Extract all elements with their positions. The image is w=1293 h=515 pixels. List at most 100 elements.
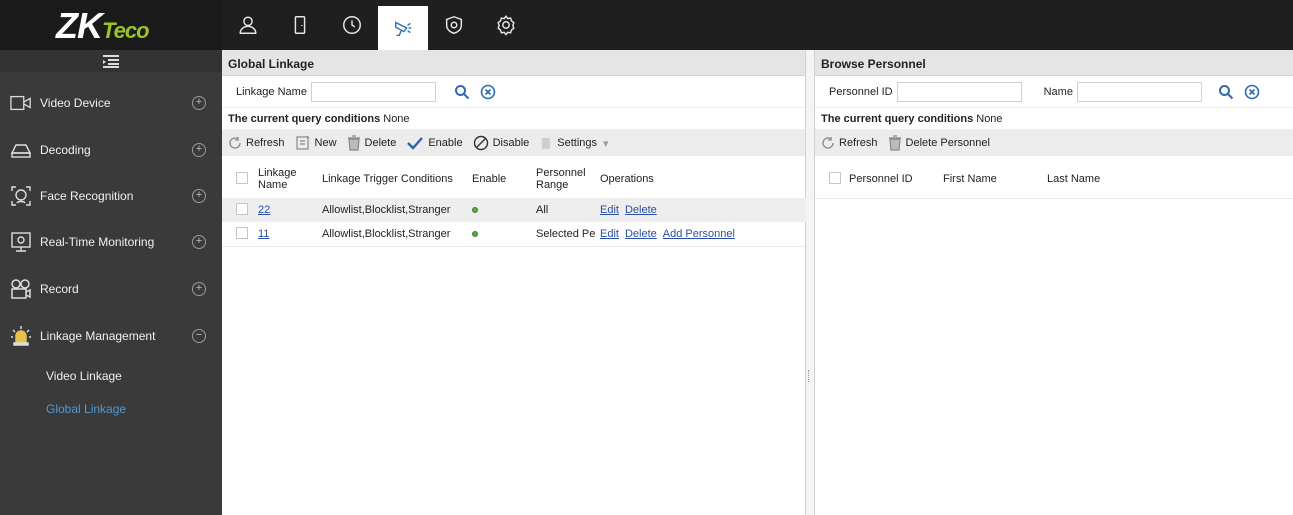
col-enable[interactable]: Enable	[472, 160, 536, 198]
logo: ZKTeco	[0, 0, 222, 50]
panel-splitter[interactable]	[806, 50, 814, 515]
query-conditions-label: The current query conditions	[821, 113, 974, 125]
delete-button[interactable]: Delete	[347, 135, 396, 151]
alarm-icon	[10, 325, 32, 347]
sidebar-item-linkage-management[interactable]: Linkage Management −	[0, 313, 222, 359]
face-recognition-icon	[10, 185, 32, 207]
collapse-toggle[interactable]: −	[192, 329, 206, 343]
refresh-icon	[821, 136, 835, 150]
sidebar-item-record[interactable]: Record +	[0, 266, 222, 312]
sidebar-item-label: Face Recognition	[40, 189, 134, 203]
edit-link[interactable]: Edit	[600, 228, 619, 240]
search-icon	[1218, 84, 1234, 99]
col-first-name[interactable]: First Name	[943, 160, 1047, 198]
range-cell: Selected Pe	[536, 228, 596, 240]
col-last-name[interactable]: Last Name	[1047, 160, 1293, 198]
panel-title: Global Linkage	[222, 50, 805, 76]
expand-toggle[interactable]: +	[192, 96, 206, 110]
sidebar-item-label: Linkage Management	[40, 329, 156, 343]
settings-dropdown[interactable]: Settings ▾	[539, 136, 609, 150]
col-linkage-name[interactable]: Linkage Name	[258, 160, 322, 198]
select-all-checkbox[interactable]	[829, 171, 841, 184]
new-button[interactable]: New	[295, 135, 337, 151]
enabled-status-icon	[472, 231, 478, 237]
linkage-name-label: Linkage Name	[236, 85, 307, 98]
camera-icon	[394, 21, 412, 37]
clear-icon	[480, 84, 496, 99]
expand-toggle[interactable]: +	[192, 282, 206, 296]
logo-main: ZK	[56, 5, 103, 46]
sidebar-subitem-video-linkage[interactable]: Video Linkage	[46, 369, 122, 383]
top-bar: ZKTeco	[0, 0, 1293, 50]
top-nav	[222, 0, 532, 50]
expand-toggle[interactable]: +	[192, 143, 206, 157]
table-header: Personnel ID First Name Last Name	[815, 160, 1293, 198]
sidebar-item-label: Decoding	[40, 143, 91, 157]
delete-link[interactable]: Delete	[625, 228, 657, 240]
sidebar: Video Device + Decoding + Face Recogniti…	[0, 50, 222, 515]
query-conditions-value: None	[383, 113, 410, 125]
col-operations: Operations	[600, 173, 654, 185]
sidebar-item-label: Real-Time Monitoring	[40, 235, 155, 249]
col-trigger-conditions[interactable]: Linkage Trigger Conditions	[322, 160, 472, 198]
disable-button[interactable]: Disable	[473, 135, 529, 151]
refresh-button[interactable]: Refresh	[821, 136, 878, 150]
sidebar-item-decoding[interactable]: Decoding +	[0, 127, 222, 173]
linkage-name-link[interactable]: 22	[258, 204, 270, 216]
search-button[interactable]	[1218, 84, 1234, 100]
nav-personnel-button[interactable]	[222, 0, 274, 50]
sidebar-item-face-recognition[interactable]: Face Recognition +	[0, 173, 222, 219]
select-all-checkbox[interactable]	[236, 171, 248, 184]
refresh-button[interactable]: Refresh	[228, 136, 285, 150]
delete-personnel-button[interactable]: Delete Personnel	[888, 135, 990, 151]
door-icon	[294, 16, 306, 34]
add-personnel-link[interactable]: Add Personnel	[663, 228, 735, 240]
nav-access-button[interactable]	[274, 0, 326, 50]
trigger-cell: Allowlist,Blocklist,Stranger	[322, 228, 451, 240]
edit-link[interactable]: Edit	[600, 204, 619, 216]
collapse-menu-icon	[103, 55, 119, 68]
nav-security-button[interactable]	[428, 0, 480, 50]
global-linkage-panel: Global Linkage Linkage Name The current …	[222, 50, 806, 515]
personnel-id-label: Personnel ID	[829, 85, 893, 98]
search-button[interactable]	[454, 84, 470, 100]
logo-sub: Teco	[102, 18, 150, 43]
expand-toggle[interactable]: +	[192, 235, 206, 249]
sidebar-collapse-button[interactable]	[0, 50, 222, 72]
row-checkbox[interactable]	[236, 226, 248, 239]
sidebar-item-label: Video Device	[40, 96, 111, 110]
delete-link[interactable]: Delete	[625, 204, 657, 216]
linkage-name-input[interactable]	[310, 81, 436, 102]
personnel-table: Personnel ID First Name Last Name	[815, 160, 1293, 199]
nav-attendance-button[interactable]	[326, 0, 378, 50]
table-header: Linkage Name Linkage Trigger Conditions …	[222, 160, 806, 198]
nav-video-button[interactable]	[378, 6, 428, 50]
chevron-down-icon: ▾	[603, 137, 609, 150]
trigger-cell: Allowlist,Blocklist,Stranger	[322, 204, 451, 216]
personnel-id-input[interactable]	[896, 81, 1022, 102]
clear-search-button[interactable]	[480, 84, 496, 100]
sidebar-item-video-device[interactable]: Video Device +	[0, 80, 222, 126]
settings-icon	[539, 136, 553, 150]
enable-button[interactable]: Enable	[406, 136, 463, 150]
shield-icon	[445, 15, 463, 35]
clear-search-button[interactable]	[1244, 84, 1260, 100]
table-row[interactable]: 11 Allowlist,Blocklist,Stranger Selected…	[222, 222, 806, 246]
range-cell: All	[536, 204, 549, 216]
monitor-icon	[10, 231, 32, 253]
sidebar-item-real-time-monitoring[interactable]: Real-Time Monitoring +	[0, 219, 222, 265]
trash-icon	[347, 135, 361, 151]
expand-toggle[interactable]: +	[192, 189, 206, 203]
sidebar-subitem-global-linkage[interactable]: Global Linkage	[46, 402, 126, 416]
table-row[interactable]: 22 Allowlist,Blocklist,Stranger All Edit…	[222, 198, 806, 222]
new-icon	[295, 135, 311, 151]
linkage-name-link[interactable]: 11	[258, 228, 269, 240]
nav-system-button[interactable]	[480, 0, 532, 50]
query-row: Linkage Name	[222, 76, 805, 108]
trash-icon	[888, 135, 902, 151]
col-personnel-id[interactable]: Personnel ID	[849, 160, 943, 198]
browse-personnel-panel: Browse Personnel Personnel ID Name The c…	[814, 50, 1293, 515]
col-personnel-range[interactable]: Personnel Range	[536, 160, 600, 198]
row-checkbox[interactable]	[236, 202, 248, 215]
name-input[interactable]	[1076, 81, 1202, 102]
